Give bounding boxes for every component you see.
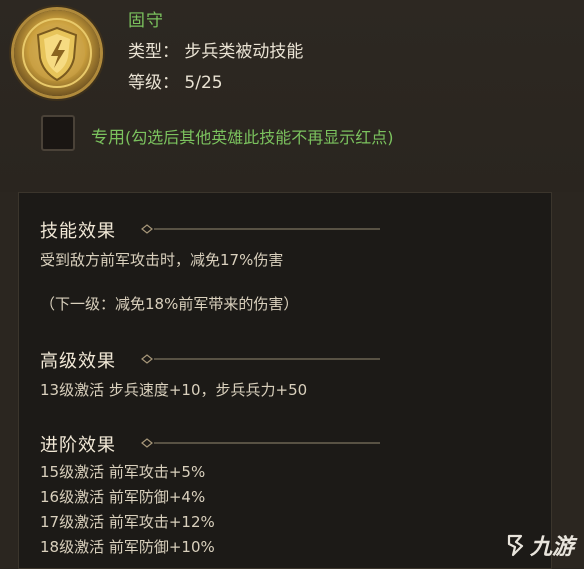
divider-ornament (140, 224, 380, 234)
effect-line: 15级激活 前军攻击+5% (40, 463, 206, 481)
effect-line: 17级激活 前军攻击+12% (40, 513, 215, 531)
exclusive-checkbox[interactable] (41, 115, 75, 151)
effect-line: 16级激活 前军防御+4% (40, 488, 206, 506)
divider-ornament (140, 438, 380, 448)
jiuyou-logo-icon (503, 533, 527, 563)
effect-line: 13级激活 步兵速度+10，步兵兵力+50 (40, 381, 308, 399)
exclusive-label: 专用(勾选后其他英雄此技能不再显示红点) (91, 123, 394, 148)
skill-detail-panel: 技能效果 受到敌方前军攻击时，减免17%伤害 （下一级：减免18%前军带来的伤害… (18, 192, 552, 569)
effect-line: 受到敌方前军攻击时，减免17%伤害 (40, 251, 284, 269)
exclusive-hint: (勾选后其他英雄此技能不再显示红点) (125, 128, 394, 147)
effect-line: 18级激活 前军防御+10% (40, 538, 215, 556)
exclusive-label-text: 专用 (91, 128, 125, 148)
skill-level: 等级： 5/25 (128, 73, 223, 93)
watermark-text: 九游 (529, 535, 574, 560)
skill-name: 固守 (128, 11, 164, 31)
section-title-skill-effect: 技能效果 (40, 221, 116, 242)
section-title-upgrade-effect: 进阶效果 (40, 435, 116, 456)
effect-line: （下一级：减免18%前军带来的伤害） (40, 295, 299, 313)
shield-lightning-icon (14, 10, 100, 96)
watermark: 九游 (503, 529, 574, 563)
divider-ornament (140, 354, 380, 364)
skill-type: 类型： 步兵类被动技能 (128, 42, 304, 62)
section-title-advanced-effect: 高级效果 (40, 351, 116, 372)
